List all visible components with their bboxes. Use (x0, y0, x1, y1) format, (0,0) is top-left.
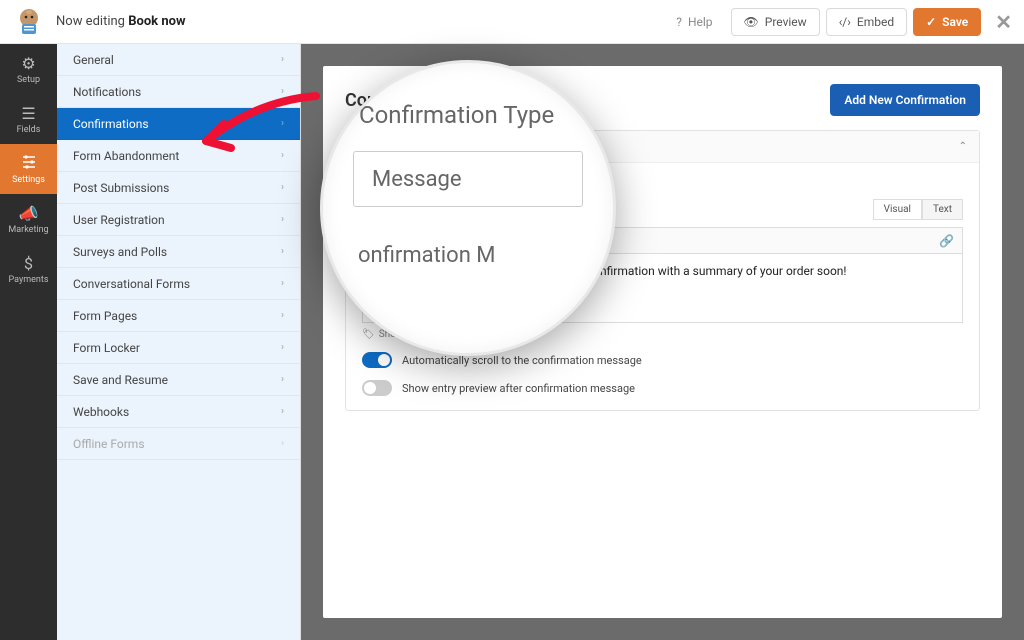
topbar: Now editing Book now ?Help 👁Preview ‹/›E… (0, 0, 1024, 44)
chevron-right-icon: › (281, 118, 284, 129)
help-icon: ? (676, 15, 682, 29)
nav-setup[interactable]: ⚙Setup (0, 44, 57, 94)
code-icon: ‹/› (839, 15, 851, 29)
gear-icon: ⚙ (21, 54, 35, 73)
sidebar-save-resume[interactable]: Save and Resume› (57, 364, 300, 396)
link-icon[interactable]: 🔗 (939, 234, 954, 248)
sidebar-post-submissions[interactable]: Post Submissions› (57, 172, 300, 204)
preview-button[interactable]: 👁Preview (731, 8, 820, 36)
dollar-icon: $ (24, 254, 33, 273)
chevron-right-icon: › (281, 86, 284, 97)
tag-icon: 🏷 (362, 329, 375, 340)
tab-text[interactable]: Text (922, 199, 963, 220)
toggle-entry-preview[interactable] (362, 380, 392, 396)
toggle-entry-preview-label: Show entry preview after confirmation me… (402, 382, 635, 395)
sidebar-offline-forms[interactable]: Offline Forms› (57, 428, 300, 460)
nav-marketing[interactable]: 📣Marketing (0, 194, 57, 244)
chevron-right-icon: › (281, 406, 284, 417)
sidebar-webhooks[interactable]: Webhooks› (57, 396, 300, 428)
sidebar-notifications[interactable]: Notifications› (57, 76, 300, 108)
sidebar-confirmations[interactable]: Confirmations› (57, 108, 300, 140)
chevron-right-icon: › (281, 278, 284, 289)
sidebar-conversational-forms[interactable]: Conversational Forms› (57, 268, 300, 300)
magnifier-overlay: Confirmation Type Message onfirmation M (320, 60, 616, 356)
lens-select: Message (353, 151, 583, 207)
sidebar-user-registration[interactable]: User Registration› (57, 204, 300, 236)
megaphone-icon: 📣 (19, 204, 39, 223)
now-editing: Now editing Book now (56, 14, 186, 29)
nav-settings[interactable]: Settings (0, 144, 57, 194)
eye-icon: 👁 (744, 15, 759, 29)
check-icon: ✓ (926, 15, 936, 29)
left-nav: ⚙Setup ☰Fields Settings 📣Marketing $Paym… (0, 44, 57, 640)
chevron-right-icon: › (281, 438, 284, 449)
chevron-right-icon: › (281, 214, 284, 225)
sidebar-form-locker[interactable]: Form Locker› (57, 332, 300, 364)
chevron-right-icon: › (281, 342, 284, 353)
chevron-right-icon: › (281, 54, 284, 65)
toggle-auto-scroll-label: Automatically scroll to the confirmation… (402, 354, 642, 367)
save-button[interactable]: ✓Save (913, 8, 981, 36)
settings-sidebar: General› Notifications› Confirmations› F… (57, 44, 301, 640)
sidebar-form-pages[interactable]: Form Pages› (57, 300, 300, 332)
nav-payments[interactable]: $Payments (0, 244, 57, 294)
chevron-right-icon: › (281, 246, 284, 257)
sidebar-form-abandonment[interactable]: Form Abandonment› (57, 140, 300, 172)
lens-subheading: onfirmation M (353, 243, 583, 268)
nav-fields[interactable]: ☰Fields (0, 94, 57, 144)
sliders-icon (21, 154, 37, 173)
wpforms-logo (12, 5, 46, 39)
sidebar-surveys-polls[interactable]: Surveys and Polls› (57, 236, 300, 268)
chevron-right-icon: › (281, 310, 284, 321)
close-button[interactable]: ✕ (995, 10, 1012, 34)
lens-heading: Confirmation Type (353, 101, 583, 129)
chevron-right-icon: › (281, 182, 284, 193)
embed-button[interactable]: ‹/›Embed (826, 8, 907, 36)
tab-visual[interactable]: Visual (873, 199, 922, 220)
list-icon: ☰ (21, 104, 35, 123)
toggle-auto-scroll[interactable] (362, 352, 392, 368)
chevron-right-icon: › (281, 150, 284, 161)
help-button[interactable]: ?Help (664, 9, 724, 35)
chevron-right-icon: › (281, 374, 284, 385)
sidebar-general[interactable]: General› (57, 44, 300, 76)
add-confirmation-button[interactable]: Add New Confirmation (830, 84, 980, 116)
chevron-up-icon: ⌃ (959, 141, 967, 152)
